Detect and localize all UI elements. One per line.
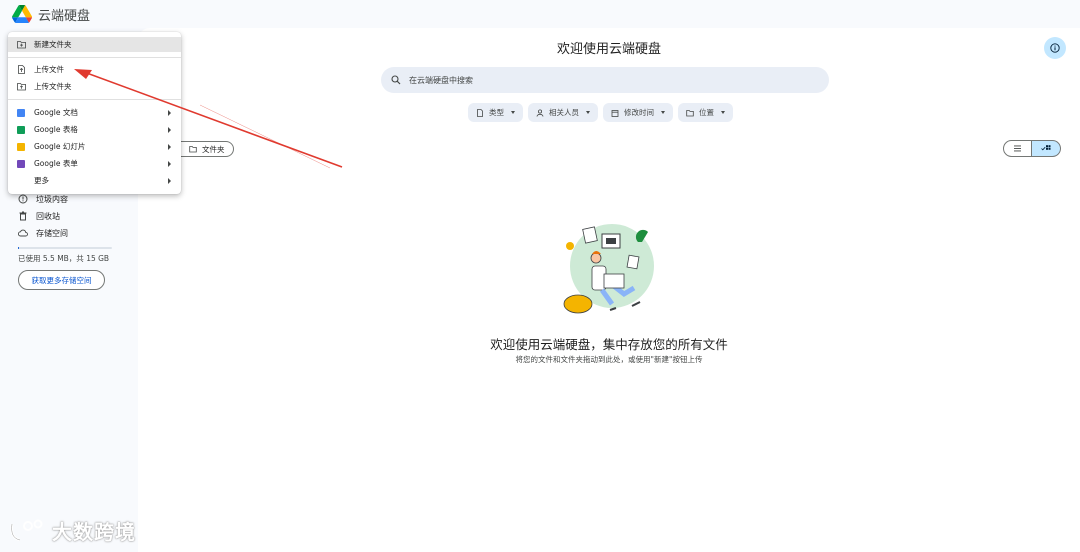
google-sheets-icon — [17, 125, 25, 134]
cloud-icon — [18, 229, 28, 237]
upload-file-icon — [18, 65, 25, 74]
get-more-storage-button[interactable]: 获取更多存储空间 — [18, 270, 105, 290]
folders-toggle-button[interactable]: 文件夹 — [180, 141, 234, 157]
info-icon — [1050, 43, 1060, 53]
calendar-icon — [611, 109, 619, 117]
spam-icon — [18, 194, 28, 204]
chevron-right-icon — [168, 110, 171, 116]
trash-icon — [19, 211, 27, 221]
menu-item-google-slides[interactable]: Google 幻灯片 — [8, 139, 181, 154]
menu-item-new-folder[interactable]: 新建文件夹 — [8, 37, 181, 52]
grid-view-button[interactable] — [1032, 140, 1061, 157]
menu-item-more[interactable]: 更多 — [8, 173, 181, 188]
sidebar-item-label: 垃圾内容 — [36, 194, 68, 204]
empty-state-illustration — [563, 224, 654, 314]
grid-icon — [1041, 145, 1051, 151]
chevron-down-icon — [661, 111, 665, 114]
watermark: 大数跨境 — [8, 516, 136, 545]
sidebar-item-label: 回收站 — [36, 211, 60, 221]
upload-folder-icon — [17, 83, 26, 91]
search-input[interactable] — [409, 75, 809, 85]
menu-item-upload-file[interactable]: 上传文件 — [8, 62, 181, 77]
empty-state-subtitle: 将您的文件和文件夹拖动到此处，或使用"新建"按钮上传 — [515, 355, 703, 364]
search-bar[interactable] — [381, 67, 829, 93]
page-title: 欢迎使用云端硬盘 — [556, 42, 661, 57]
watermark-logo-icon — [10, 519, 43, 541]
folders-toggle-label: 文件夹 — [202, 144, 225, 154]
list-icon — [1014, 145, 1021, 152]
filter-modified-chip[interactable]: 修改时间 — [603, 103, 673, 122]
chip-label: 类型 — [489, 108, 504, 117]
folder-icon — [686, 109, 694, 116]
storage-bar-fill — [18, 247, 19, 249]
sidebar-item-spam[interactable]: 垃圾内容 — [18, 192, 68, 206]
chip-label: 修改时间 — [624, 108, 654, 117]
app-title[interactable]: 云端硬盘 — [38, 5, 90, 24]
menu-item-label: Google 表格 — [34, 125, 78, 134]
storage-bar — [18, 247, 112, 249]
sidebar-item-label: 存储空间 — [36, 228, 68, 238]
google-slides-icon — [17, 142, 25, 151]
list-view-button[interactable] — [1003, 140, 1032, 157]
main-panel: 欢迎使用云端硬盘 类型 相关人员 修改时间 位置 文件 — [138, 28, 1080, 552]
chip-label: 相关人员 — [549, 108, 579, 117]
filter-people-chip[interactable]: 相关人员 — [528, 103, 598, 122]
chevron-down-icon — [721, 111, 725, 114]
menu-divider — [8, 99, 181, 100]
storage-usage-text: 已使用 5.5 MB，共 15 GB — [18, 254, 110, 263]
top-bar: 云端硬盘 — [0, 0, 1080, 28]
menu-item-label: Google 幻灯片 — [34, 142, 86, 151]
menu-item-label: Google 文档 — [34, 108, 78, 117]
chevron-down-icon — [511, 111, 515, 114]
sidebar-item-trash[interactable]: 回收站 — [18, 209, 60, 223]
chevron-right-icon — [168, 127, 171, 133]
menu-item-google-sheets[interactable]: Google 表格 — [8, 122, 181, 137]
google-docs-icon — [17, 108, 25, 117]
filter-chips: 类型 相关人员 修改时间 位置 — [468, 103, 733, 122]
chevron-down-icon — [586, 111, 590, 114]
google-forms-icon — [17, 159, 25, 168]
menu-item-label: 更多 — [34, 176, 49, 185]
chevron-right-icon — [168, 144, 171, 150]
menu-item-google-docs[interactable]: Google 文档 — [8, 105, 181, 120]
menu-item-label: 上传文件夹 — [34, 82, 72, 91]
new-folder-icon — [17, 41, 26, 49]
menu-item-upload-folder[interactable]: 上传文件夹 — [8, 79, 181, 94]
details-button[interactable] — [1044, 37, 1066, 59]
chip-label: 位置 — [699, 108, 714, 117]
filter-location-chip[interactable]: 位置 — [678, 103, 733, 122]
chevron-right-icon — [168, 178, 171, 184]
drive-logo-icon[interactable] — [12, 5, 32, 23]
menu-divider — [8, 57, 181, 58]
person-icon — [536, 108, 544, 117]
filter-type-chip[interactable]: 类型 — [468, 103, 523, 122]
menu-item-label: 新建文件夹 — [34, 40, 72, 49]
menu-item-google-forms[interactable]: Google 表单 — [8, 156, 181, 171]
chevron-right-icon — [168, 161, 171, 167]
folder-icon — [189, 146, 197, 153]
menu-item-label: 上传文件 — [34, 65, 64, 74]
empty-state-title: 欢迎使用云端硬盘，集中存放您的所有文件 — [490, 337, 728, 352]
file-type-icon — [477, 108, 483, 117]
sidebar-item-storage[interactable]: 存储空间 — [18, 226, 68, 240]
menu-item-label: Google 表单 — [34, 159, 78, 168]
view-toggle — [1003, 140, 1061, 157]
watermark-text: 大数跨境 — [52, 520, 136, 544]
new-item-menu: 新建文件夹 上传文件 上传文件夹 Google 文档 Google 表格 Goo… — [8, 32, 181, 194]
search-icon — [391, 75, 401, 85]
